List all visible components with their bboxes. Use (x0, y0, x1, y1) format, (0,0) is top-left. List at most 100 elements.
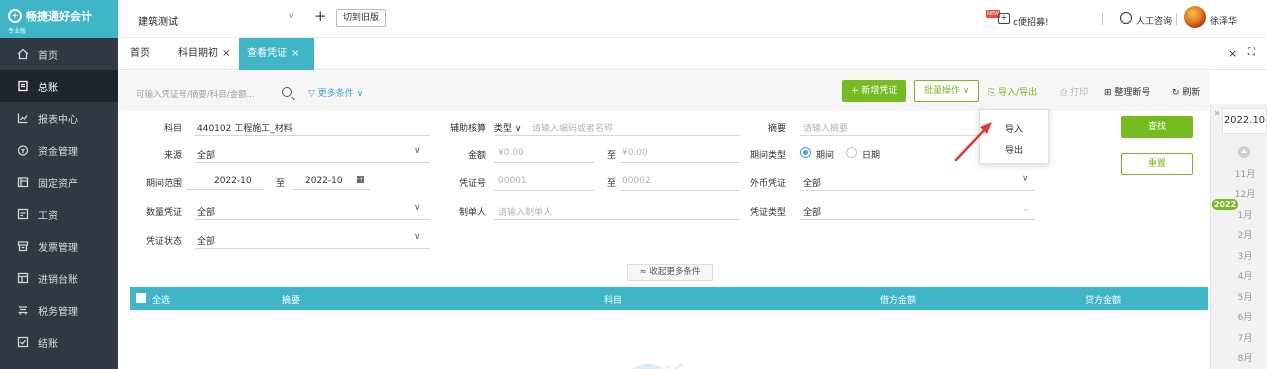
batch-label: 批量操作 (924, 86, 961, 96)
radio-period[interactable] (800, 147, 811, 158)
sidebar-item-assets[interactable]: 固定资产 (0, 166, 118, 198)
source-select[interactable]: 全部 (197, 148, 215, 161)
aux-underline (494, 135, 740, 136)
calendar-icon[interactable]: ▦ (356, 175, 365, 185)
recruit-link[interactable]: c便招募! (1013, 15, 1049, 28)
radio-date-label[interactable]: 日期 (862, 148, 880, 161)
voucher-no-to-input[interactable]: 00002 (622, 176, 651, 186)
print-button[interactable]: ⎙ 打印 (1060, 85, 1088, 98)
divider (1102, 13, 1103, 25)
asset-icon (16, 176, 30, 188)
aux-input[interactable]: 请输入编码或者名称 (532, 121, 613, 134)
tab-view-voucher[interactable]: 查看凭证 × (239, 38, 314, 70)
sidebar-item-inventory[interactable]: 进销台账 (0, 262, 118, 294)
subject-field[interactable]: 440102 工程施工_材料 (197, 121, 293, 134)
rail-month[interactable]: 7月 (1228, 331, 1262, 344)
chevron-down-icon[interactable]: ∨ (288, 11, 295, 21)
chevron-down-icon[interactable]: ∨ (414, 203, 421, 213)
column-select-all[interactable]: 全选 (152, 293, 170, 306)
invoice-icon (16, 240, 30, 252)
close-icon[interactable]: × (291, 48, 299, 59)
maker-underline (494, 219, 740, 220)
sidebar-item-invoices[interactable]: 发票管理 (0, 230, 118, 262)
support-link[interactable]: 人工咨询 (1136, 14, 1172, 27)
close-all-tabs-icon[interactable]: × (1228, 47, 1237, 60)
recruit-icon[interactable]: + (998, 13, 1010, 24)
search-input[interactable]: 可输入凭证号/摘要/科目/金额... (136, 88, 266, 100)
close-icon[interactable]: × (222, 48, 230, 59)
home-icon (16, 48, 30, 60)
rail-month[interactable]: 1月 (1228, 208, 1262, 221)
select-all-checkbox[interactable] (136, 293, 146, 303)
refresh-button[interactable]: ↻ 刷新 (1172, 85, 1200, 98)
tab-subject-opening[interactable]: 科目期初 × (170, 38, 238, 70)
chevron-down-icon[interactable]: ∨ (414, 146, 421, 156)
arrow-up-icon[interactable] (1238, 146, 1250, 158)
rail-month[interactable]: 8月 (1228, 351, 1262, 364)
qty-underline (195, 219, 430, 220)
company-selector[interactable]: 建筑测试 (138, 13, 178, 28)
amount-to-input[interactable]: ¥0.00 (622, 148, 648, 158)
tab-home[interactable]: 首页 (122, 38, 158, 70)
chevron-down-icon[interactable]: ∨ (1022, 174, 1029, 184)
voucher-status-select[interactable]: 全部 (197, 234, 215, 247)
collapse-filters-button[interactable]: ≈ 收起更多条件 (627, 264, 713, 281)
current-period[interactable]: 2022.10 (1222, 108, 1267, 134)
column-debit: 借方金额 (880, 296, 917, 306)
fullscreen-icon[interactable]: ⛶ (1248, 47, 1255, 58)
reorganize-number-button[interactable]: ⊞ 整理断号 (1104, 85, 1150, 98)
quantity-voucher-label: 数量凭证 (145, 208, 182, 218)
rail-month[interactable]: 5月 (1228, 290, 1262, 303)
avatar[interactable] (1184, 6, 1206, 28)
rail-month[interactable]: 2月 (1228, 228, 1262, 241)
period-to-word: 至 (276, 179, 286, 189)
add-voucher-button[interactable]: + 新增凭证 (842, 80, 907, 102)
sidebar-item-ledger[interactable]: 总账 (0, 70, 118, 102)
add-company-icon[interactable]: + (314, 7, 327, 25)
inventory-icon (16, 272, 30, 284)
import-export-button[interactable]: ⎘ 导入/导出 (988, 85, 1037, 98)
voucher-no-from-input[interactable]: 00001 (498, 176, 527, 186)
rail-month[interactable]: 6月 (1228, 310, 1262, 323)
amount-from-input[interactable]: ¥0.00 (498, 148, 524, 158)
radio-period-label[interactable]: 期间 (816, 148, 834, 161)
summary-input[interactable]: 请输入摘要 (803, 121, 848, 134)
headset-icon[interactable] (1120, 12, 1132, 24)
search-icon[interactable] (282, 87, 292, 97)
fx-voucher-select[interactable]: 全部 (803, 176, 821, 189)
sidebar-item-label: 固定资产 (38, 178, 78, 190)
app-logo[interactable]: + 畅捷通好会计 专业版 (0, 0, 118, 38)
sidebar-item-salary[interactable]: 工资 (0, 198, 118, 230)
amount-to-underline (620, 162, 740, 163)
rail-month[interactable]: 4月 (1228, 269, 1262, 282)
query-button[interactable]: 查找 (1121, 116, 1193, 138)
aux-type-select[interactable]: 类型 ∨ (494, 121, 521, 134)
batch-operation-button[interactable]: 批量操作 ∨ (914, 80, 980, 102)
sidebar-item-home[interactable]: 首页 (0, 38, 118, 70)
period-to-input[interactable]: 2022-10 (305, 176, 343, 186)
chevron-down-icon[interactable]: ⌄ (1022, 204, 1030, 214)
status-underline (195, 248, 430, 249)
auxiliary-label: 辅助核算 (449, 124, 486, 134)
amount-label: 金额 (467, 151, 486, 161)
subject-label: 科目 (163, 124, 182, 134)
quantity-voucher-select[interactable]: 全部 (197, 205, 215, 218)
rail-month[interactable]: 11月 (1228, 167, 1262, 180)
maker-label: 制单人 (458, 208, 486, 218)
maker-input[interactable]: 请输入制单人 (498, 205, 552, 218)
reset-button[interactable]: 重置 (1121, 153, 1193, 175)
more-filter-toggle[interactable]: ▽ 更多条件 ∨ (308, 86, 363, 99)
username[interactable]: 徐泽华 (1210, 14, 1237, 27)
sidebar-item-reports[interactable]: 报表中心 (0, 102, 118, 134)
voucher-type-select[interactable]: 全部 (803, 205, 821, 218)
rail-month[interactable]: 3月 (1228, 249, 1262, 262)
chevron-down-icon[interactable]: ∨ (414, 232, 421, 242)
period-from-input[interactable]: 2022-10 (214, 176, 252, 186)
sidebar-item-funds[interactable]: 资金管理 (0, 134, 118, 166)
switch-old-version-button[interactable]: 切到旧版 (336, 9, 387, 27)
ledger-icon (16, 80, 30, 92)
summary-label: 摘要 (767, 124, 786, 134)
radio-date[interactable] (846, 147, 857, 158)
sidebar-item-close-books[interactable]: 结账 (0, 326, 118, 358)
sidebar-item-tax[interactable]: 税务管理 (0, 294, 118, 326)
